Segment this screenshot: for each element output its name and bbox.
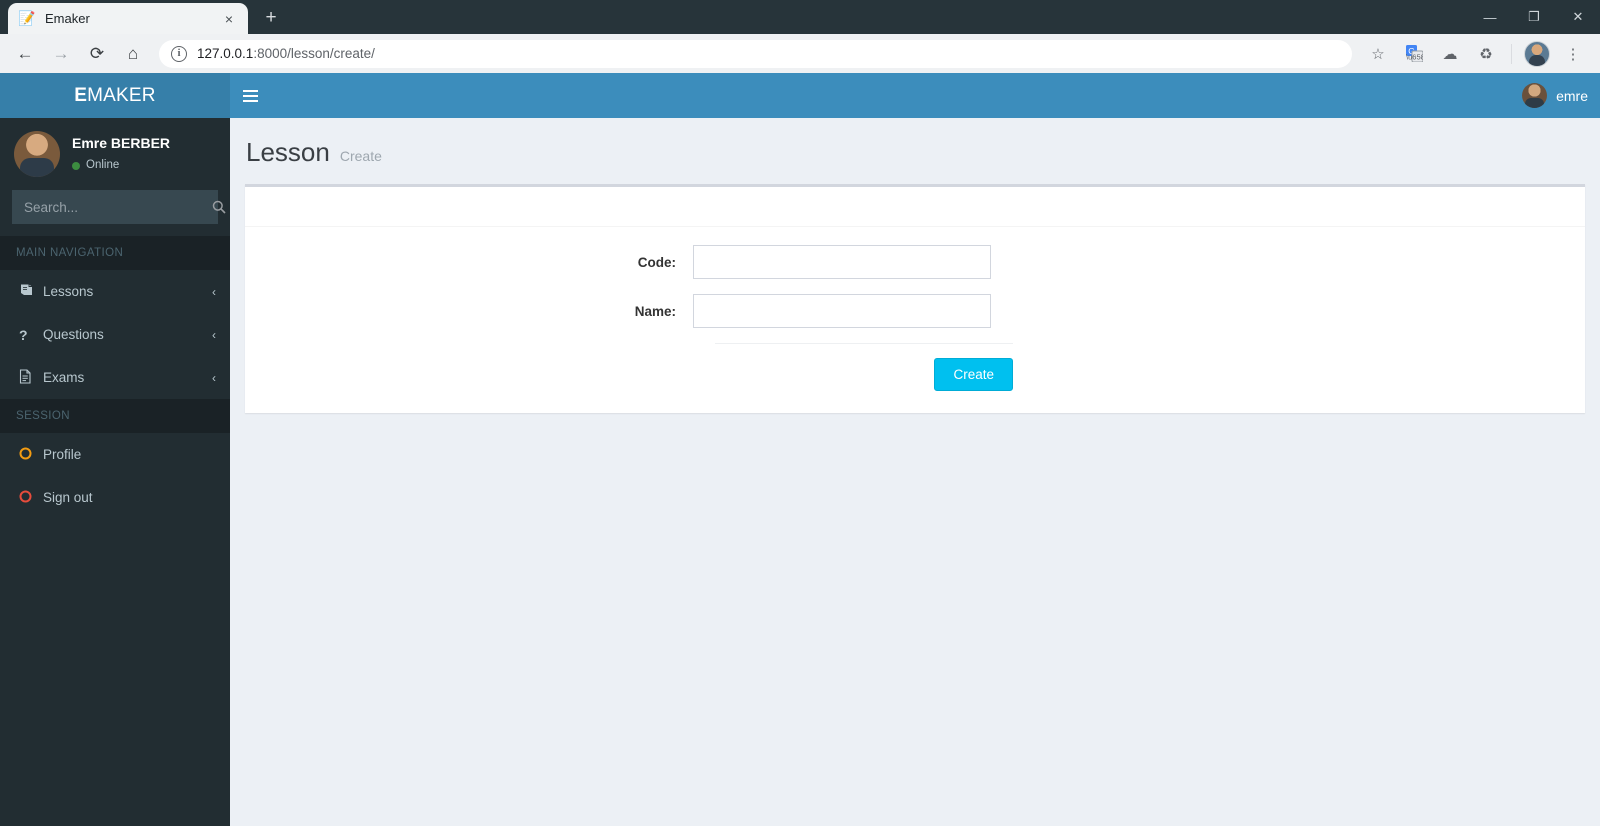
question-icon: ? bbox=[19, 326, 28, 343]
close-window-icon[interactable]: ✕ bbox=[1556, 0, 1600, 34]
svg-text:\u6587: \u6587 bbox=[1406, 53, 1423, 62]
book-glyph bbox=[21, 284, 32, 295]
sidebar-item-lessons[interactable]: Lessons ‹ bbox=[0, 270, 230, 313]
code-input[interactable] bbox=[693, 245, 991, 279]
circle-icon-red bbox=[19, 490, 43, 506]
circle-glyph bbox=[19, 447, 32, 459]
maximize-icon[interactable]: ❐ bbox=[1512, 0, 1556, 34]
profile-avatar[interactable] bbox=[1524, 40, 1550, 67]
browser-title-bar: 📝 Emaker × + — ❐ ✕ bbox=[0, 0, 1600, 34]
sidebar: Emre BERBER Online MAIN NAVIGATION bbox=[0, 118, 230, 826]
browser-tab[interactable]: 📝 Emaker × bbox=[8, 3, 248, 34]
sidebar-item-label: Exams bbox=[43, 370, 85, 385]
sidebar-item-label: Questions bbox=[43, 327, 104, 342]
code-label: Code: bbox=[637, 254, 676, 270]
chevron-left-icon: ‹ bbox=[212, 327, 216, 342]
name-input[interactable] bbox=[693, 294, 991, 328]
form-group-name: Name: bbox=[260, 294, 1570, 328]
navbar-username: emre bbox=[1556, 87, 1588, 104]
sidebar-item-questions[interactable]: ? Questions ‹ bbox=[0, 313, 230, 356]
top-navbar: EMAKER emre bbox=[0, 73, 1600, 118]
form-actions: Create bbox=[715, 358, 1013, 391]
forward-icon[interactable]: → bbox=[45, 38, 77, 70]
lesson-create-form: Code: Name: Create bbox=[260, 245, 1570, 391]
form-group-code: Code: bbox=[260, 245, 1570, 279]
page-title: Lesson bbox=[246, 137, 330, 167]
navbar-avatar bbox=[1522, 83, 1548, 108]
browser-menu-icon[interactable]: ⋮ bbox=[1558, 39, 1588, 69]
tab-title: Emaker bbox=[45, 11, 90, 26]
sidebar-item-exams[interactable]: Exams ‹ bbox=[0, 356, 230, 399]
close-tab-icon[interactable]: × bbox=[220, 10, 238, 28]
reload-icon[interactable]: ⟳ bbox=[81, 38, 113, 70]
window-controls: — ❐ ✕ bbox=[1468, 0, 1600, 34]
application-root: EMAKER emre Emre BERBER Online Search...… bbox=[0, 73, 1600, 826]
url-host: 127.0.0.1 bbox=[197, 46, 254, 61]
nav-section-header-session: SESSION bbox=[0, 399, 230, 433]
site-info-icon[interactable]: i bbox=[171, 45, 187, 62]
new-tab-button[interactable]: + bbox=[257, 4, 285, 32]
book-icon bbox=[19, 283, 43, 300]
user-status: Online bbox=[72, 157, 170, 174]
chevron-left-icon: ‹ bbox=[212, 370, 216, 385]
user-name: Emre BERBER bbox=[72, 135, 171, 152]
create-button[interactable]: Create bbox=[934, 358, 1013, 391]
search-input[interactable] bbox=[13, 199, 212, 215]
circle-glyph bbox=[19, 490, 32, 502]
address-bar[interactable]: i 127.0.0.1:8000/lesson/create/ bbox=[159, 39, 1352, 68]
cloud-icon[interactable]: ☁ bbox=[1435, 39, 1465, 69]
magnifier-glyph bbox=[212, 200, 226, 214]
url-text: 127.0.0.1:8000/lesson/create/ bbox=[197, 46, 375, 61]
sidebar-user-panel[interactable]: Emre BERBER Online bbox=[0, 118, 230, 190]
online-dot-icon bbox=[72, 162, 80, 170]
page-subtitle: Create bbox=[339, 148, 382, 164]
user-status-label: Online bbox=[86, 159, 120, 172]
search-box[interactable] bbox=[12, 190, 226, 224]
sidebar-item-label: Lessons bbox=[43, 284, 94, 299]
sidebar-search bbox=[0, 190, 230, 236]
sidebar-toggle-icon[interactable] bbox=[230, 73, 270, 118]
url-path: :8000/lesson/create/ bbox=[253, 46, 375, 61]
translate-icon[interactable]: G \u6587 bbox=[1399, 39, 1429, 69]
home-icon[interactable]: ⌂ bbox=[117, 38, 149, 70]
form-divider bbox=[715, 343, 1013, 344]
document-glyph bbox=[19, 368, 31, 384]
minimize-icon[interactable]: — bbox=[1468, 0, 1512, 34]
content-area: Lesson Create Code: Name: Create bbox=[230, 118, 1600, 826]
sidebar-item-signout[interactable]: Sign out bbox=[0, 476, 230, 519]
user-info: Emre BERBER Online bbox=[72, 133, 170, 174]
app-logo[interactable]: EMAKER bbox=[0, 73, 230, 118]
panel-body: Code: Name: Create bbox=[245, 227, 1585, 413]
bookmark-star-icon[interactable]: ☆ bbox=[1363, 39, 1393, 69]
nav-section-header-main: MAIN NAVIGATION bbox=[0, 236, 230, 270]
chevron-left-icon: ‹ bbox=[212, 284, 216, 299]
sidebar-item-profile[interactable]: Profile bbox=[0, 433, 230, 476]
back-icon[interactable]: ← bbox=[9, 38, 41, 70]
sidebar-item-label: Sign out bbox=[43, 490, 93, 505]
recycle-icon[interactable]: ♻ bbox=[1471, 39, 1501, 69]
logo-rest: MAKER bbox=[87, 85, 156, 106]
notepad-icon: 📝 bbox=[18, 10, 36, 26]
logo-initial: E bbox=[74, 85, 88, 106]
toolbar-divider bbox=[1511, 43, 1512, 64]
panel-header bbox=[245, 187, 1585, 227]
name-label: Name: bbox=[634, 303, 676, 319]
translate-glyph: G \u6587 bbox=[1405, 45, 1423, 62]
search-icon[interactable] bbox=[212, 190, 226, 224]
circle-icon-orange bbox=[19, 447, 43, 463]
document-icon bbox=[19, 368, 43, 387]
navbar-user-menu[interactable]: emre bbox=[1522, 73, 1588, 118]
browser-toolbar: ← → ⟳ ⌂ i 127.0.0.1:8000/lesson/create/ … bbox=[0, 34, 1600, 73]
tab-strip: 📝 Emaker × + bbox=[0, 0, 285, 34]
sidebar-item-label: Profile bbox=[43, 447, 82, 462]
user-avatar bbox=[14, 131, 60, 177]
page-header: Lesson Create bbox=[230, 118, 1600, 184]
form-panel: Code: Name: Create bbox=[245, 184, 1585, 413]
